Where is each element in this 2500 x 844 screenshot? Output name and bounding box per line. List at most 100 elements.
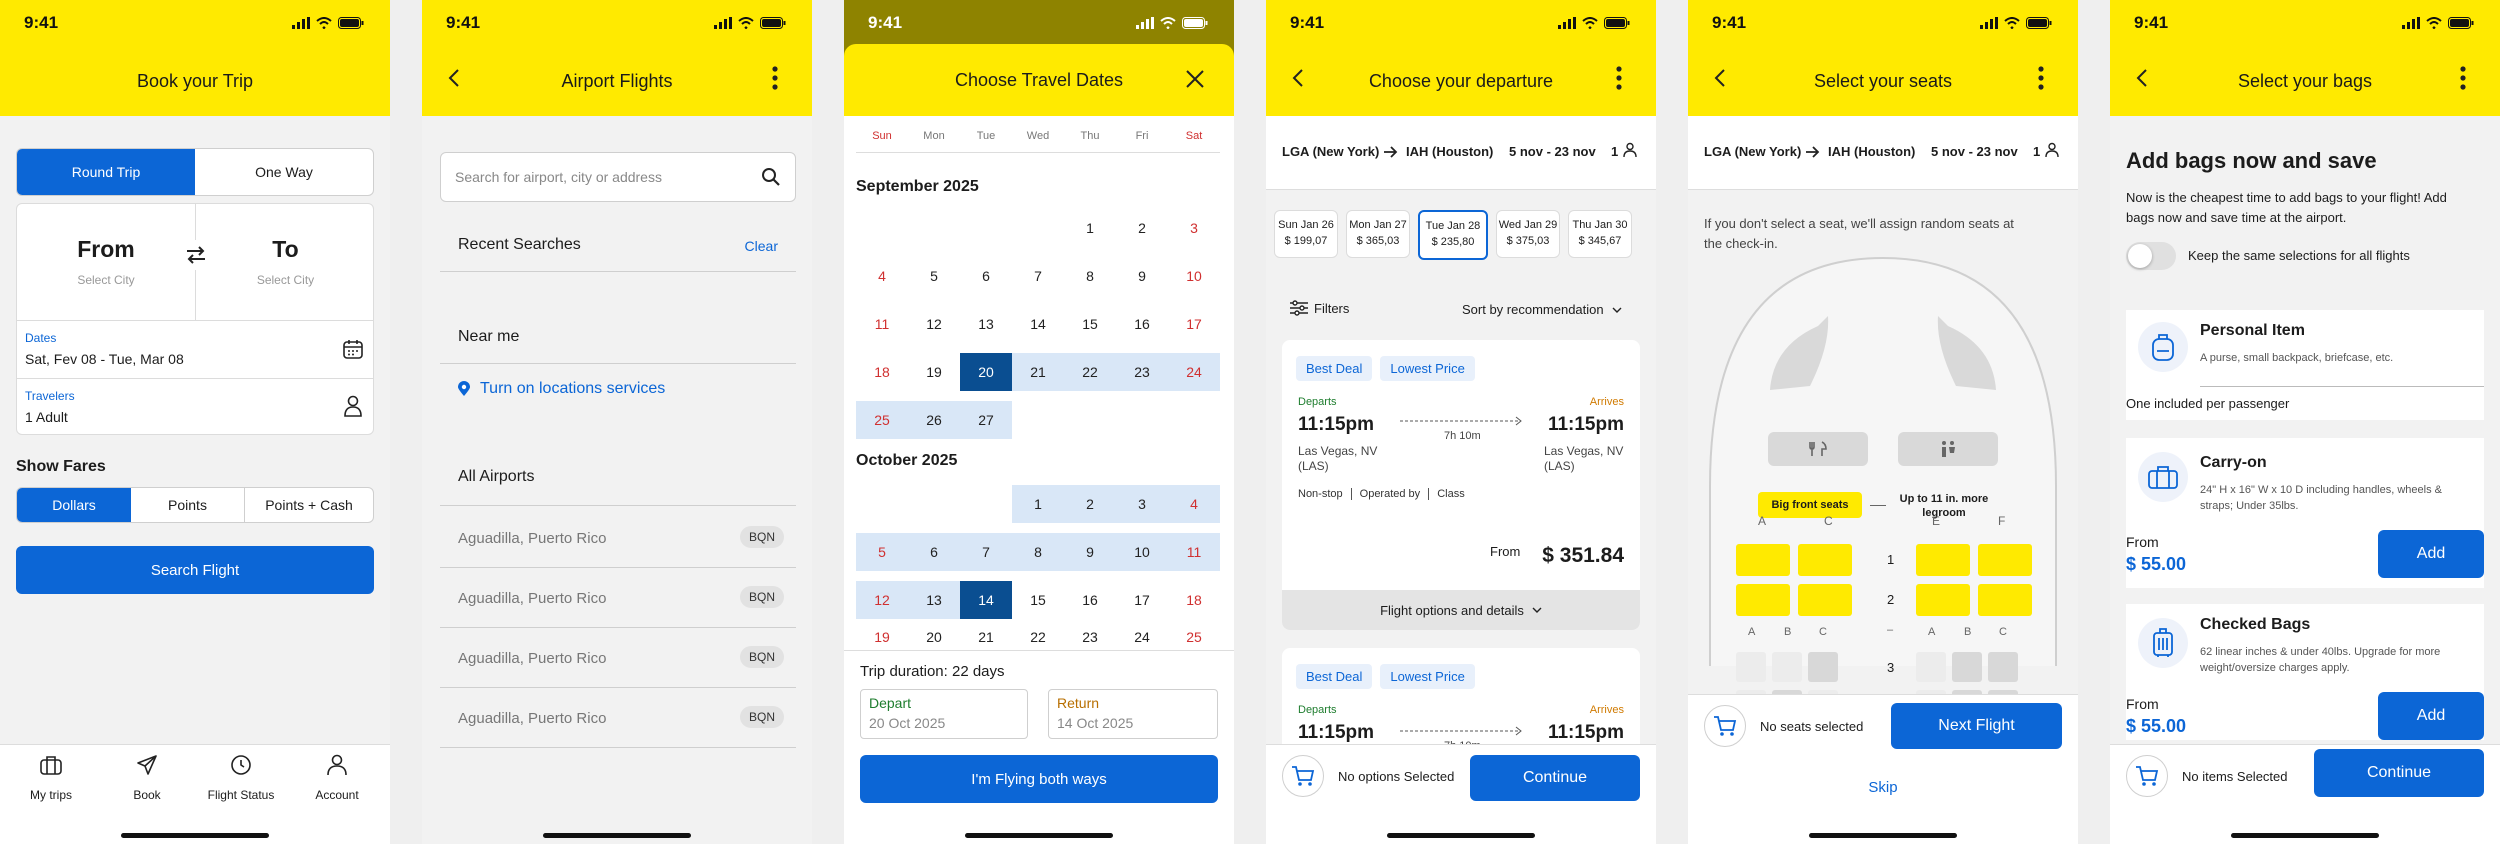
calendar-day[interactable]: 11 [1168,533,1220,571]
calendar-day[interactable]: 13 [908,581,960,619]
to-field[interactable]: To Select City [196,204,375,320]
calendar-day[interactable]: 23 [1064,629,1116,645]
calendar-day[interactable]: 20 [908,629,960,645]
continue-button[interactable]: Continue [2314,749,2484,797]
calendar-day[interactable]: 14 [1012,305,1064,343]
airport-list-item[interactable]: Aguadilla, Puerto Rico BQN [440,688,796,748]
filters-button[interactable]: Filters [1290,300,1349,316]
sort-dropdown[interactable]: Sort by recommendation [1462,302,1622,317]
more-menu-icon[interactable] [2460,66,2466,90]
calendar-day[interactable]: 5 [908,257,960,295]
calendar-day[interactable]: 2 [1116,209,1168,247]
cart-icon[interactable] [2126,755,2168,797]
calendar-day[interactable]: 5 [856,533,908,571]
calendar-day[interactable]: 1 [1012,485,1064,523]
calendar-day[interactable]: 12 [856,581,908,619]
seat-3b-right[interactable] [1952,652,1982,682]
calendar-day[interactable]: 10 [1168,257,1220,295]
calendar-day[interactable]: 3 [1168,209,1220,247]
date-chip[interactable]: Sun Jan 26 $ 199,07 [1274,210,1338,258]
continue-button[interactable]: Continue [1470,755,1640,801]
calendar-day[interactable]: 6 [960,257,1012,295]
calendar-day[interactable]: 15 [1064,305,1116,343]
calendar-day[interactable]: 27 [960,401,1012,439]
back-arrow-icon[interactable] [448,68,460,88]
seat-3c[interactable] [1808,652,1838,682]
cart-icon[interactable] [1704,705,1746,747]
back-arrow-icon[interactable] [1292,68,1304,88]
calendar-day[interactable]: 10 [1116,533,1168,571]
search-flight-button[interactable]: Search Flight [16,546,374,594]
nav-flight-status[interactable]: Flight Status [196,753,286,802]
seat-2a[interactable] [1736,584,1790,616]
location-services-link[interactable]: Turn on locations services [458,380,665,398]
calendar-day-selected[interactable]: 14 [960,581,1012,619]
back-arrow-icon[interactable] [1714,68,1726,88]
travelers-field[interactable]: Travelers 1 Adult [17,378,373,436]
close-icon[interactable] [1186,70,1204,88]
more-menu-icon[interactable] [772,66,778,90]
round-trip-tab[interactable]: Round Trip [17,149,195,195]
back-arrow-icon[interactable] [2136,68,2148,88]
date-chip-selected[interactable]: Tue Jan 28 $ 235,80 [1418,210,1488,260]
calendar-day[interactable]: 17 [1116,581,1168,619]
calendar-day[interactable]: 9 [1064,533,1116,571]
more-menu-icon[interactable] [2038,66,2044,90]
calendar-day[interactable]: 4 [1168,485,1220,523]
airport-list-item[interactable]: Aguadilla, Puerto Rico BQN [440,568,796,628]
calendar-day[interactable]: 24 [1116,629,1168,645]
date-chip[interactable]: Wed Jan 29 $ 375,03 [1496,210,1560,258]
airport-search-input[interactable]: Search for airport, city or address [440,152,796,202]
clear-button[interactable]: Clear [745,238,778,254]
calendar-day[interactable]: 16 [1116,305,1168,343]
date-chip[interactable]: Thu Jan 30 $ 345,67 [1568,210,1632,258]
calendar-day[interactable]: 7 [1012,257,1064,295]
seat-2f[interactable] [1978,584,2032,616]
calendar-day[interactable]: 17 [1168,305,1220,343]
calendar-day[interactable]: 18 [856,353,908,391]
calendar-day-selected[interactable]: 20 [960,353,1012,391]
calendar-day[interactable]: 15 [1012,581,1064,619]
calendar-day[interactable]: 6 [908,533,960,571]
calendar-day[interactable]: 25 [1168,629,1220,645]
airport-list-item[interactable]: Aguadilla, Puerto Rico BQN [440,628,796,688]
seat-3b[interactable] [1772,652,1802,682]
dates-field[interactable]: Dates Sat, Fev 08 - Tue, Mar 08 [17,320,373,378]
seat-3c-right[interactable] [1988,652,2018,682]
calendar-day[interactable]: 21 [960,629,1012,645]
seat-1a[interactable] [1736,544,1790,576]
add-carry-on-button[interactable]: Add [2378,530,2484,578]
date-chip[interactable]: Mon Jan 27 $ 365,03 [1346,210,1410,258]
seat-1f[interactable] [1978,544,2032,576]
calendar-day[interactable]: 4 [856,257,908,295]
calendar-day[interactable]: 19 [856,629,908,645]
calendar-day[interactable]: 25 [856,401,908,439]
calendar-day[interactable]: 1 [1064,209,1116,247]
calendar-day[interactable]: 12 [908,305,960,343]
flight-details-toggle[interactable]: Flight options and details [1282,590,1640,630]
seat-3a-right[interactable] [1916,652,1946,682]
seat-1c[interactable] [1798,544,1852,576]
from-field[interactable]: From Select City [17,204,196,320]
calendar-day[interactable]: 22 [1012,629,1064,645]
calendar-day[interactable]: 13 [960,305,1012,343]
calendar-day[interactable]: 16 [1064,581,1116,619]
calendar-day[interactable]: 26 [908,401,960,439]
next-flight-button[interactable]: Next Flight [1891,703,2062,749]
seat-2e[interactable] [1916,584,1970,616]
nav-account[interactable]: Account [294,753,380,802]
calendar-day[interactable]: 22 [1064,353,1116,391]
seat-1e[interactable] [1916,544,1970,576]
flying-both-ways-button[interactable]: I'm Flying both ways [860,755,1218,803]
calendar-day[interactable]: 7 [960,533,1012,571]
calendar-day[interactable]: 9 [1116,257,1168,295]
fare-points-cash-tab[interactable]: Points + Cash [245,488,373,522]
same-selection-toggle[interactable] [2126,242,2176,270]
flight-card[interactable]: Best Deal Lowest Price Departs Arrives 1… [1282,340,1640,630]
calendar-day[interactable]: 8 [1012,533,1064,571]
one-way-tab[interactable]: One Way [195,149,373,195]
add-checked-bag-button[interactable]: Add [2378,692,2484,740]
depart-field[interactable]: Depart 20 Oct 2025 [860,689,1028,739]
calendar-day[interactable]: 8 [1064,257,1116,295]
skip-link[interactable]: Skip [1688,779,2078,796]
